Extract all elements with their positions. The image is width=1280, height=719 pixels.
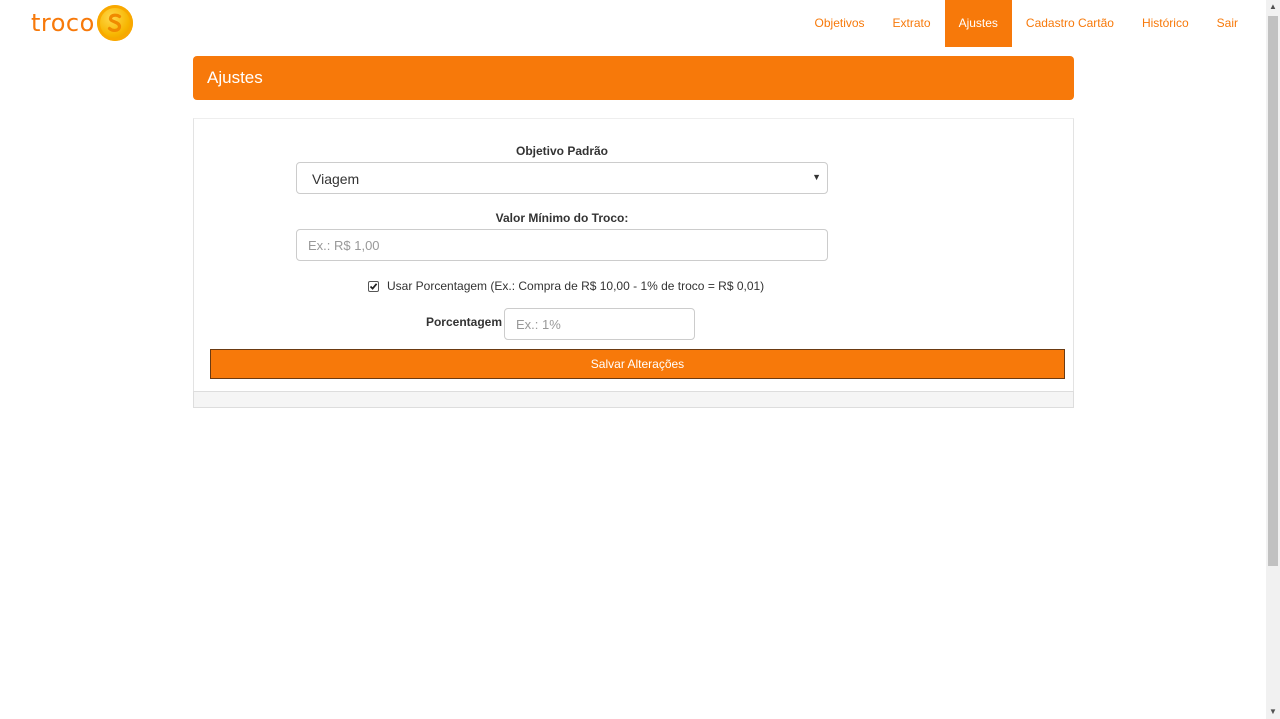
nav-item-ajustes[interactable]: Ajustes <box>944 0 1012 47</box>
brand-logo[interactable]: troco <box>31 4 133 42</box>
valor-minimo-label: Valor Mínimo do Troco: <box>495 211 629 225</box>
nav-item-extrato[interactable]: Extrato <box>879 0 945 47</box>
objetivo-padrao-label: Objetivo Padrão <box>515 144 609 158</box>
vertical-scrollbar[interactable]: ▲ ▼ <box>1266 0 1280 719</box>
main-nav: Objetivos Extrato Ajustes Cadastro Cartã… <box>801 0 1252 47</box>
panel-footer <box>193 391 1074 408</box>
usar-porcentagem-checkbox[interactable] <box>368 280 379 292</box>
nav-item-objetivos[interactable]: Objetivos <box>801 0 879 47</box>
usar-porcentagem-row: Usar Porcentagem (Ex.: Compra de R$ 10,0… <box>368 278 764 294</box>
porcentagem-input[interactable] <box>504 308 695 340</box>
scroll-up-arrow-icon[interactable]: ▲ <box>1266 0 1280 14</box>
panel-heading: Ajustes <box>193 56 1074 100</box>
nav-item-historico[interactable]: Histórico <box>1128 0 1203 47</box>
chevron-down-icon: ▼ <box>812 172 821 182</box>
scroll-down-arrow-icon[interactable]: ▼ <box>1266 705 1280 719</box>
page-title: Ajustes <box>207 68 263 87</box>
nav-item-cadastro-cartao[interactable]: Cadastro Cartão <box>1012 0 1128 47</box>
usar-porcentagem-label: Usar Porcentagem (Ex.: Compra de R$ 10,0… <box>387 279 765 293</box>
objetivo-padrao-select[interactable]: Viagem ▼ <box>296 162 828 194</box>
coin-s-icon <box>96 5 133 41</box>
top-navbar: troco Objetivos Extrato Ajustes Cadastro… <box>0 0 1266 47</box>
save-button[interactable]: Salvar Alterações <box>210 349 1065 379</box>
objetivo-padrao-selected-value: Viagem <box>312 171 360 187</box>
porcentagem-label: Porcentagem <box>425 315 502 329</box>
brand-name: troco <box>31 9 95 37</box>
nav-item-sair[interactable]: Sair <box>1203 0 1252 47</box>
scrollbar-thumb[interactable] <box>1268 16 1278 566</box>
valor-minimo-input[interactable] <box>296 229 828 261</box>
